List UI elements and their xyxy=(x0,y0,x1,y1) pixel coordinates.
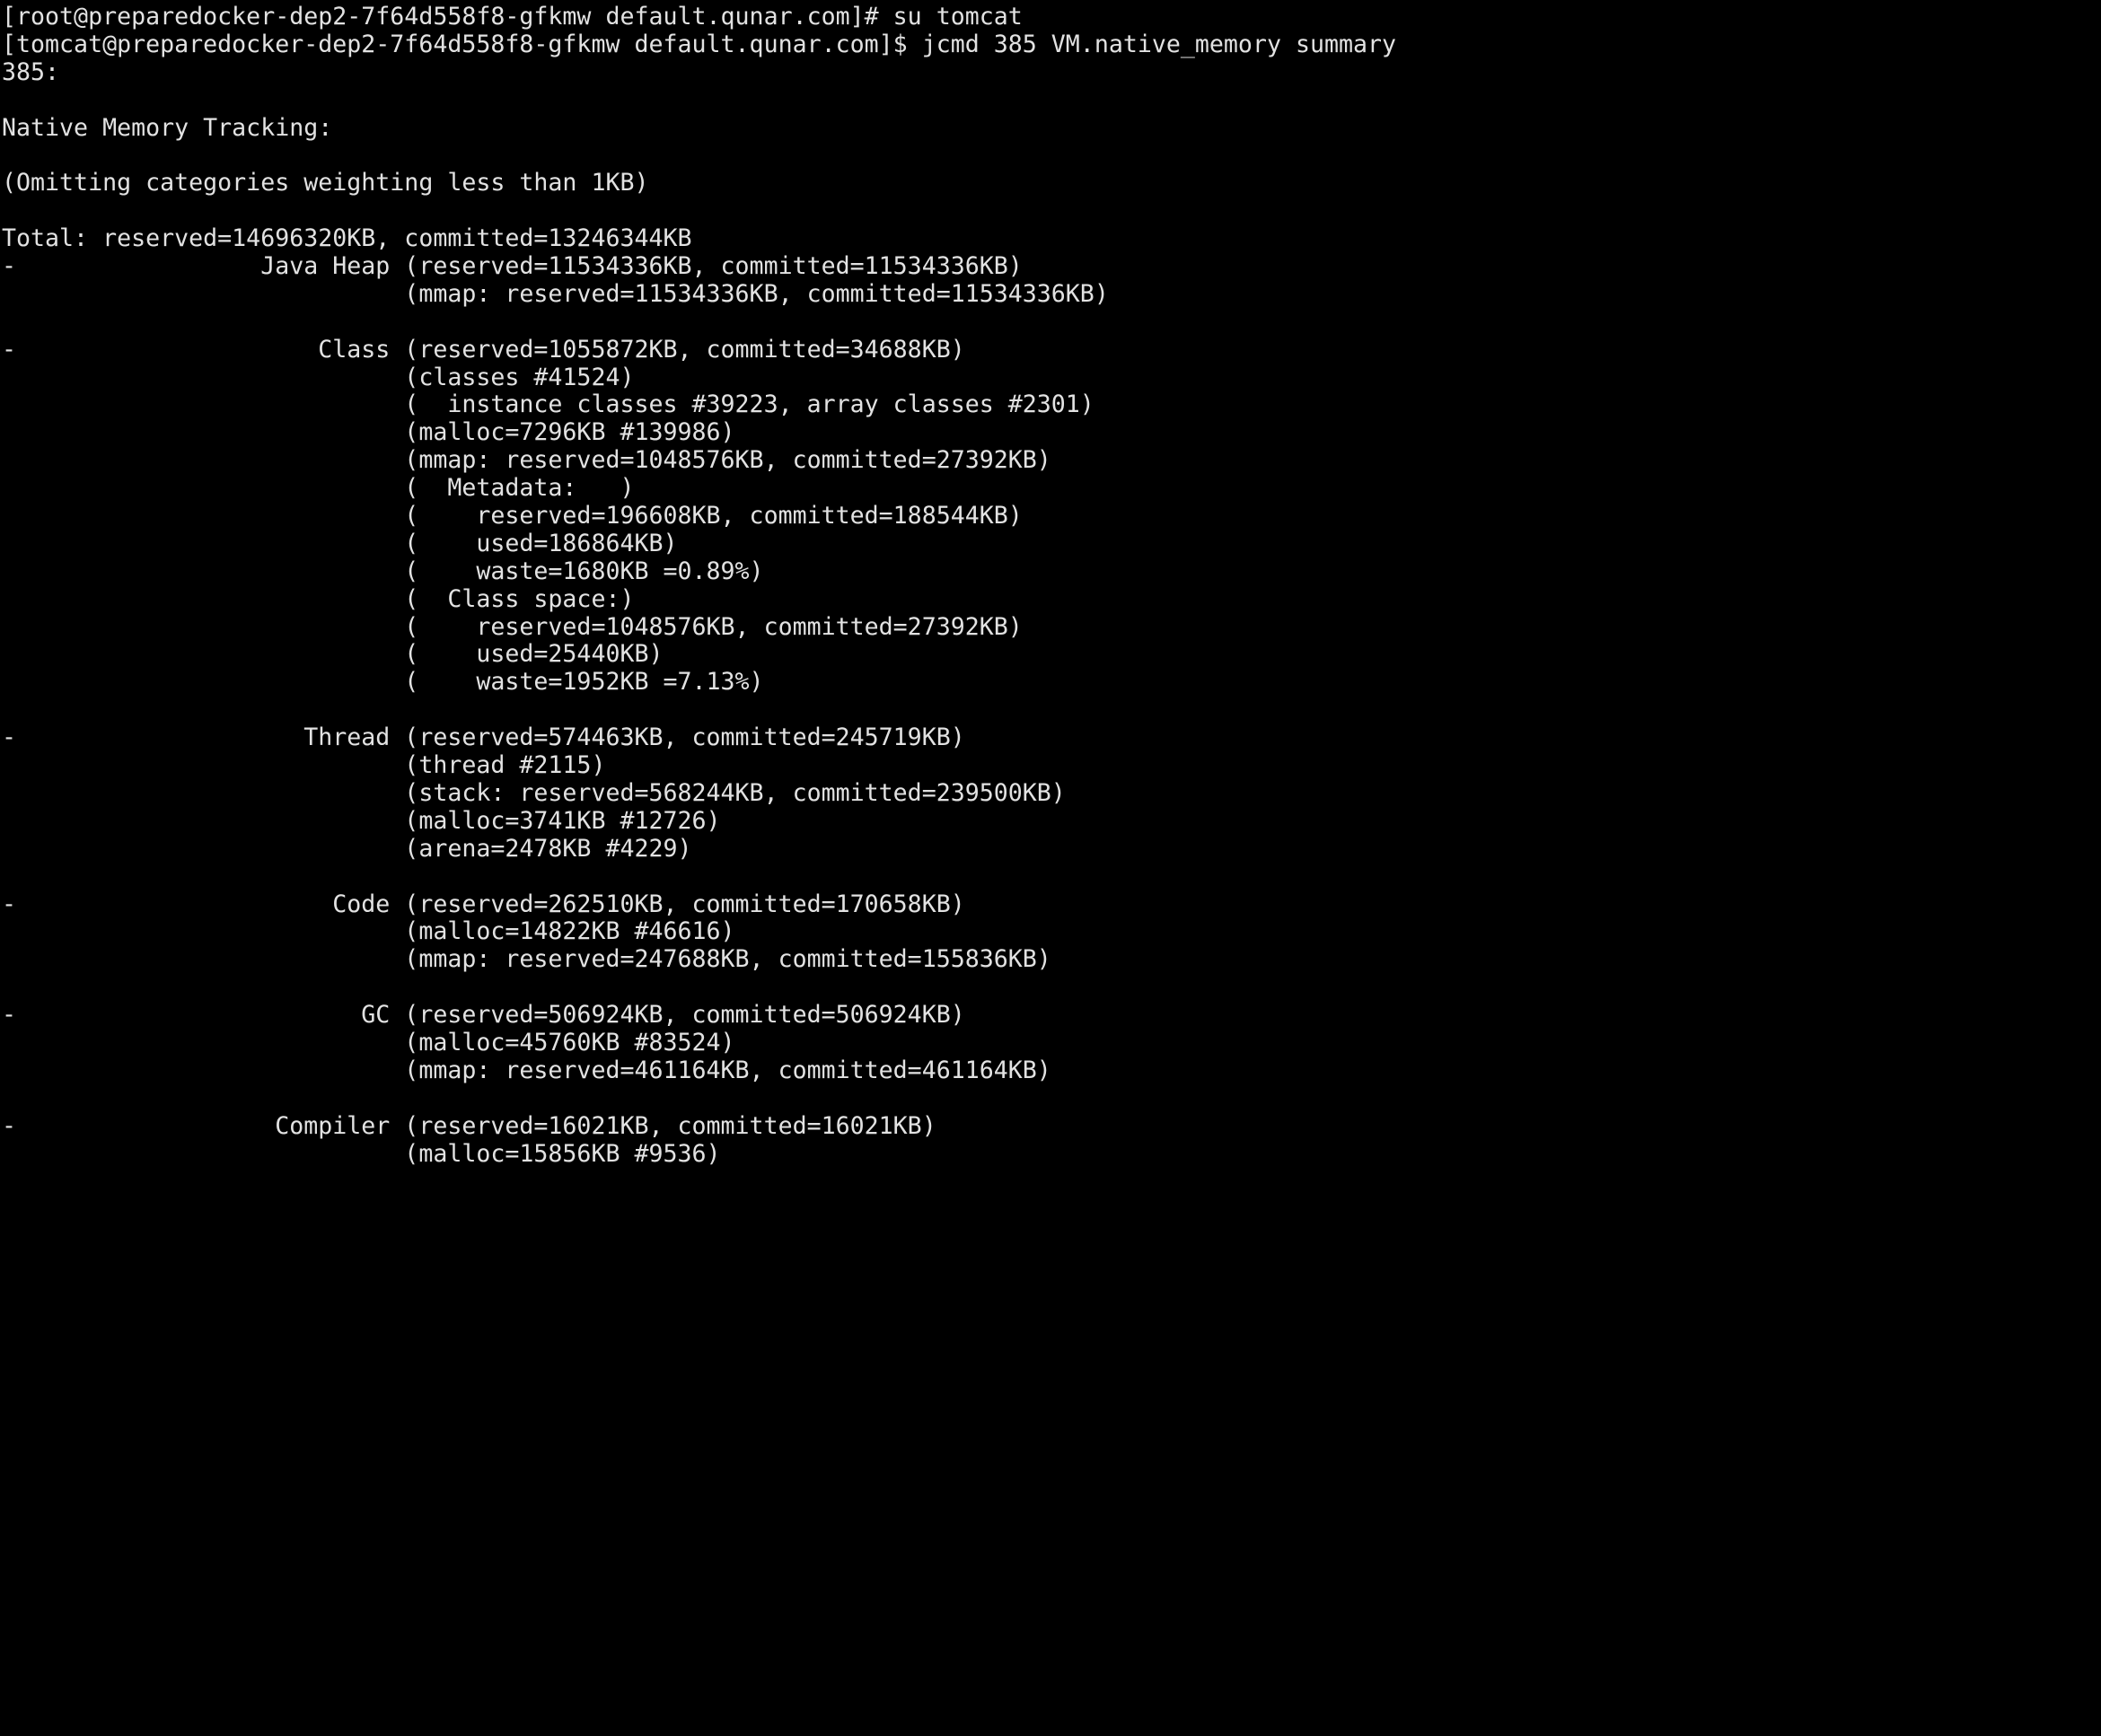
terminal-line: ( Metadata: ) xyxy=(2,474,635,503)
terminal-line: ( instance classes #39223, array classes… xyxy=(2,390,1094,419)
terminal-line: ( used=186864KB) xyxy=(2,529,678,557)
terminal-line: (malloc=3741KB #12726) xyxy=(2,806,721,835)
terminal-screen[interactable]: [root@preparedocker-dep2-7f64d558f8-gfkm… xyxy=(0,0,2101,1736)
terminal-line: - Compiler (reserved=16021KB, committed=… xyxy=(2,1111,936,1140)
terminal-line: (mmap: reserved=1048576KB, committed=273… xyxy=(2,446,1051,475)
terminal-line: (malloc=14822KB #46616) xyxy=(2,917,735,946)
terminal-line: ( used=25440KB) xyxy=(2,640,664,669)
terminal-line: (malloc=7296KB #139986) xyxy=(2,418,735,447)
terminal-line: ( waste=1680KB =0.89%) xyxy=(2,557,764,585)
terminal-line: (malloc=15856KB #9536) xyxy=(2,1139,721,1168)
terminal-line: (mmap: reserved=11534336KB, committed=11… xyxy=(2,279,1109,308)
terminal-line: 385: xyxy=(2,57,60,86)
terminal-line: - Code (reserved=262510KB, committed=170… xyxy=(2,890,965,918)
terminal-line: (malloc=45760KB #83524) xyxy=(2,1028,735,1057)
terminal-line: [root@preparedocker-dep2-7f64d558f8-gfkm… xyxy=(2,3,1023,31)
terminal-line: (thread #2115) xyxy=(2,751,606,780)
terminal-line: ( Class space:) xyxy=(2,584,635,613)
terminal-line: ( waste=1952KB =7.13%) xyxy=(2,668,764,697)
terminal-line: - Class (reserved=1055872KB, committed=3… xyxy=(2,335,965,364)
terminal-line: Native Memory Tracking: xyxy=(2,113,333,142)
terminal-line: [tomcat@preparedocker-dep2-7f64d558f8-gf… xyxy=(2,30,1397,58)
terminal-line: (Omitting categories weighting less than… xyxy=(2,169,649,197)
terminal-line: - Java Heap (reserved=11534336KB, commit… xyxy=(2,252,1023,281)
terminal-line: Total: reserved=14696320KB, committed=13… xyxy=(2,224,692,253)
terminal-line: (stack: reserved=568244KB, committed=239… xyxy=(2,778,1066,807)
terminal-line: (mmap: reserved=461164KB, committed=4611… xyxy=(2,1056,1051,1084)
terminal-line: (arena=2478KB #4229) xyxy=(2,834,692,863)
terminal-line: (mmap: reserved=247688KB, committed=1558… xyxy=(2,945,1051,974)
terminal-line: - GC (reserved=506924KB, committed=50692… xyxy=(2,1001,965,1030)
terminal-line: ( reserved=1048576KB, committed=27392KB) xyxy=(2,612,1023,641)
terminal-line: ( reserved=196608KB, committed=188544KB) xyxy=(2,502,1023,530)
terminal-line: - Thread (reserved=574463KB, committed=2… xyxy=(2,723,965,752)
terminal-line: (classes #41524) xyxy=(2,363,635,391)
